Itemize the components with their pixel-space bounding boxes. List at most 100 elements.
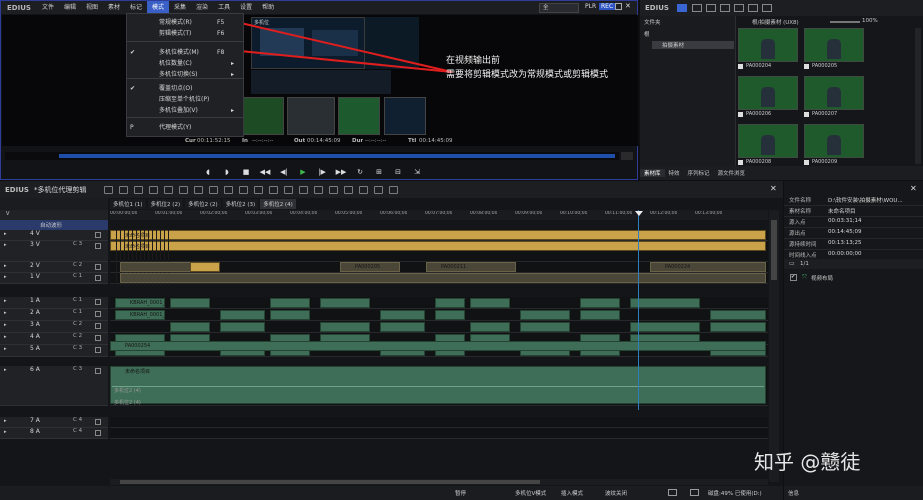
track-header[interactable]: ▸ 1 A C 1 — [0, 297, 108, 309]
dropdown-item[interactable]: P 代理模式(Y) — [127, 122, 243, 133]
step-back-icon[interactable]: ◀| — [277, 167, 291, 178]
project-clip[interactable]: 未命名项目 — [110, 230, 766, 240]
track-header[interactable]: ▸ 4 A C 2 — [0, 333, 108, 345]
audio-clip[interactable] — [520, 310, 570, 320]
position-bar[interactable] — [5, 152, 619, 160]
audio-clip[interactable] — [270, 298, 310, 308]
audio-clip[interactable] — [520, 322, 570, 332]
mark-in-icon[interactable]: ◖ — [201, 167, 215, 178]
insert-icon[interactable]: ⊞ — [372, 167, 386, 178]
track-expand-icon[interactable]: ▸ — [4, 231, 7, 237]
audio-clip[interactable] — [580, 298, 620, 308]
clip-thumbnail[interactable] — [804, 124, 864, 158]
rewind-icon[interactable]: ◀◀ — [258, 167, 272, 178]
dropdown-item[interactable]: 机位数量(C) ▸ — [127, 58, 243, 69]
track-header[interactable]: ▸ 4 V — [0, 230, 108, 241]
audio-clip[interactable] — [220, 322, 265, 332]
clip-thumbnail[interactable] — [804, 76, 864, 110]
clip-thumbnail[interactable] — [738, 28, 798, 62]
up-folder-icon[interactable] — [705, 4, 716, 12]
dropdown-item[interactable]: 剪辑模式(T) F6 — [127, 28, 243, 39]
folder-root[interactable]: 根 — [644, 30, 650, 38]
clip-thumbnail[interactable] — [804, 28, 864, 62]
clip-thumbnail[interactable] — [738, 124, 798, 158]
audio-clip[interactable] — [470, 298, 510, 308]
view-icon[interactable] — [761, 4, 772, 12]
tab-sequence-markers[interactable]: 序列标记 — [684, 169, 714, 177]
video-clip[interactable] — [190, 262, 220, 272]
audio-clip[interactable] — [580, 310, 620, 320]
clip-thumbnail[interactable] — [738, 76, 798, 110]
track-lock-icon[interactable] — [95, 299, 101, 305]
audio-clip[interactable] — [630, 322, 700, 332]
tab-effects[interactable]: 特效 — [665, 169, 684, 177]
h-scroll-thumb[interactable] — [120, 480, 540, 484]
audio-clip[interactable] — [380, 322, 425, 332]
menu-help[interactable]: 帮助 — [257, 1, 279, 14]
track-lock-icon[interactable] — [95, 347, 101, 353]
folder-footage[interactable]: 拍摄素材 — [652, 41, 734, 49]
audio-clip[interactable] — [170, 322, 210, 332]
audio-clip[interactable] — [710, 322, 766, 332]
dropdown-item[interactable]: ✔ 覆盖切点(O) — [127, 83, 243, 94]
window-icon[interactable] — [690, 489, 699, 496]
track-expand-icon[interactable]: ▸ — [4, 310, 7, 316]
fast-forward-icon[interactable]: ▶▶ — [334, 167, 348, 178]
track-expand-icon[interactable]: ▸ — [4, 429, 7, 435]
menu-view[interactable]: 视图 — [81, 1, 103, 14]
mode-select[interactable]: 全 — [539, 3, 579, 13]
step-forward-icon[interactable]: |▶ — [315, 167, 329, 178]
stop-icon[interactable]: ■ — [239, 167, 253, 178]
rec-label[interactable]: REC — [599, 3, 616, 10]
track-lock-icon[interactable] — [95, 243, 101, 249]
track-lock-icon[interactable] — [95, 368, 101, 374]
camera-thumb-1[interactable] — [238, 97, 284, 135]
audio-clip[interactable] — [170, 298, 210, 308]
folder-icon[interactable] — [676, 4, 687, 12]
track-lock-icon[interactable] — [95, 323, 101, 329]
track-lock-icon[interactable] — [95, 335, 101, 341]
track-header[interactable]: ▸ 5 A C 3 — [0, 345, 108, 357]
loop-icon[interactable]: ↻ — [353, 167, 367, 178]
dropdown-item[interactable]: 多机位叠加(V) ▸ — [127, 105, 243, 116]
zoom-slider[interactable] — [830, 21, 860, 23]
track-header[interactable]: ▸ 3 A C 2 — [0, 321, 108, 333]
timeline-h-scrollbar[interactable] — [110, 479, 768, 485]
audio-clip[interactable] — [435, 298, 465, 308]
monitor-icon[interactable] — [668, 489, 677, 496]
audio-clip[interactable] — [220, 310, 265, 320]
tab-info[interactable]: 信息 — [788, 489, 799, 497]
dropdown-item[interactable]: 常规模式(R) F5 — [127, 17, 243, 28]
track-expand-icon[interactable]: ▸ — [4, 242, 7, 248]
track-expand-icon[interactable]: ▸ — [4, 346, 7, 352]
track-lock-icon[interactable] — [95, 419, 101, 425]
bin-scrollbar[interactable] — [915, 28, 921, 164]
video-clip[interactable]: PA000205 — [340, 262, 400, 272]
track-header[interactable]: ▸ 1 V C 1 — [0, 273, 108, 284]
track-expand-icon[interactable]: ▸ — [4, 334, 7, 340]
track-header[interactable]: ▸ 2 V C 2 — [0, 262, 108, 273]
track-expand-icon[interactable]: ▸ — [4, 418, 7, 424]
timeline-v-scrollbar[interactable] — [769, 210, 779, 482]
track-expand-icon[interactable]: ▸ — [4, 322, 7, 328]
audio-clip[interactable]: KBRAH_0001_360... — [115, 298, 165, 308]
audio-clip[interactable] — [380, 310, 425, 320]
playhead[interactable] — [638, 210, 639, 410]
audio-clip[interactable]: PA000254 — [110, 341, 766, 351]
audio-clip[interactable] — [710, 310, 766, 320]
video-clip[interactable] — [120, 273, 766, 283]
menu-edit[interactable]: 编辑 — [59, 1, 81, 14]
menu-file[interactable]: 文件 — [37, 1, 59, 14]
mark-out-icon[interactable]: ◗ — [220, 167, 234, 178]
track-expand-icon[interactable]: ▸ — [4, 263, 7, 269]
export-icon[interactable]: ⇲ — [410, 167, 424, 178]
camera-thumb-3[interactable] — [338, 97, 380, 135]
audio-clip[interactable] — [320, 322, 370, 332]
search-icon[interactable] — [691, 4, 702, 12]
scroll-thumb[interactable] — [771, 220, 777, 280]
delete-icon[interactable] — [747, 4, 758, 12]
plr-label[interactable]: PLR — [585, 3, 596, 10]
close-icon[interactable]: ✕ — [625, 3, 631, 12]
maximize-icon[interactable] — [615, 3, 622, 10]
video-clip[interactable] — [120, 262, 200, 272]
